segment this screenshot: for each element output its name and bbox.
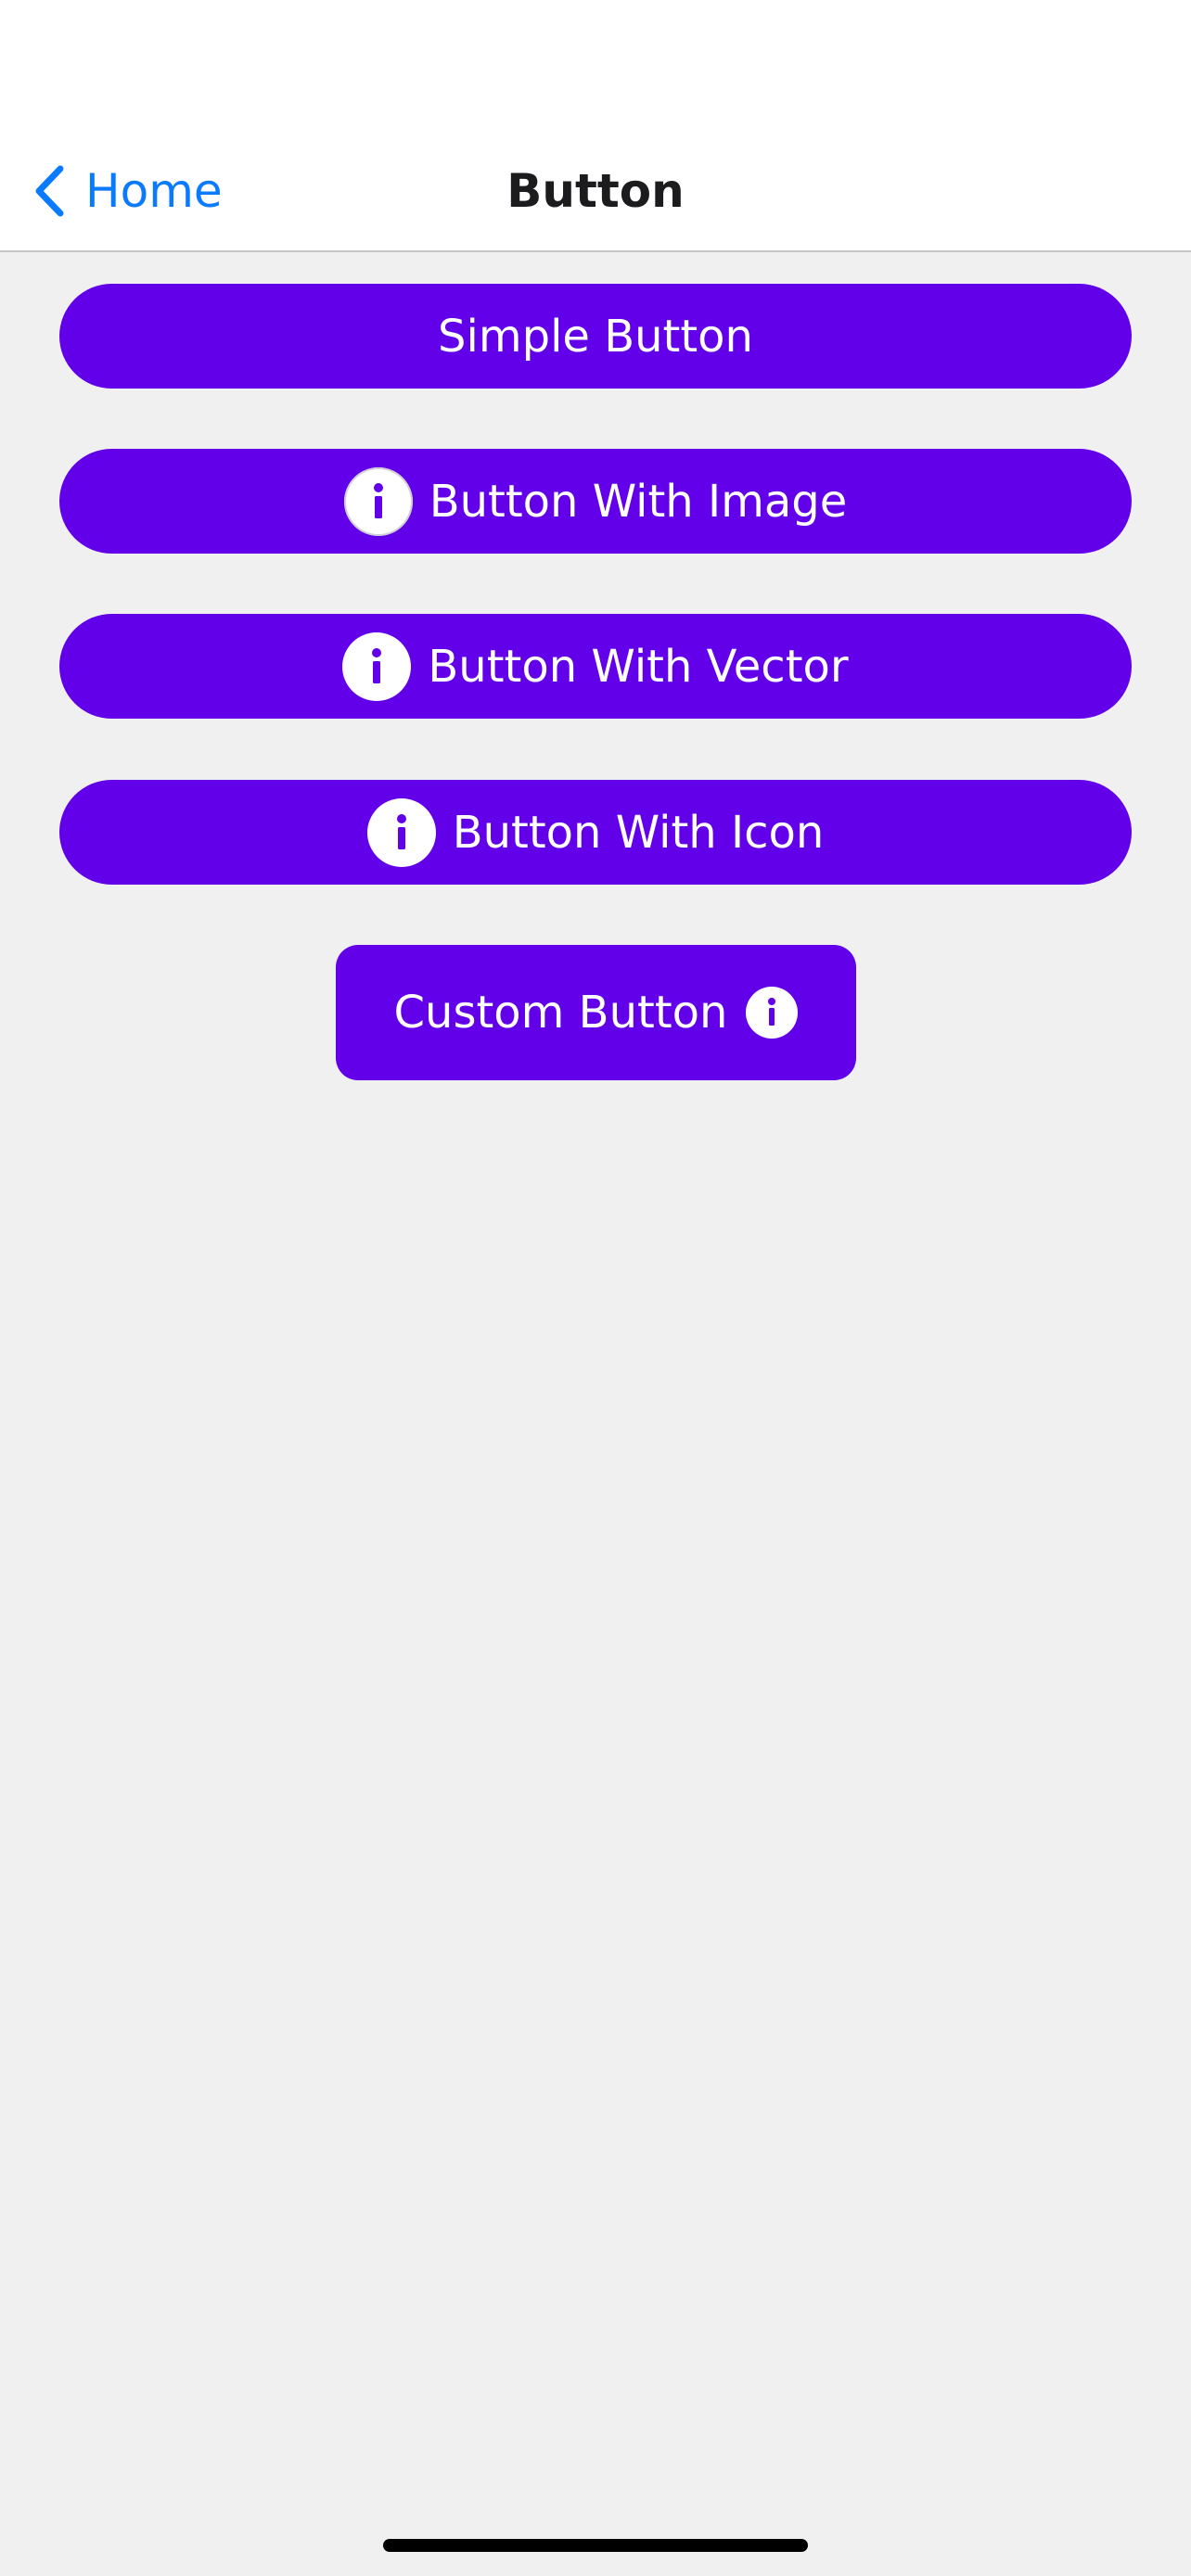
info-icon xyxy=(343,466,413,536)
button-with-vector[interactable]: Button With Vector xyxy=(59,614,1132,719)
info-icon xyxy=(366,797,436,867)
page-title: Button xyxy=(506,164,685,218)
button-with-icon[interactable]: Button With Icon xyxy=(59,780,1132,885)
button-with-icon-label: Button With Icon xyxy=(452,806,825,859)
navigation-bar: Home Button xyxy=(0,0,1191,252)
home-indicator[interactable] xyxy=(383,2539,808,2552)
button-with-vector-label: Button With Vector xyxy=(428,640,849,693)
custom-button[interactable]: Custom Button xyxy=(336,945,856,1080)
simple-button[interactable]: Simple Button xyxy=(59,284,1132,389)
custom-button-label: Custom Button xyxy=(393,987,728,1039)
button-with-image[interactable]: Button With Image xyxy=(59,449,1132,554)
button-with-image-label: Button With Image xyxy=(429,475,848,528)
info-icon xyxy=(342,631,412,701)
info-icon xyxy=(746,987,799,1039)
simple-button-label: Simple Button xyxy=(438,310,753,363)
